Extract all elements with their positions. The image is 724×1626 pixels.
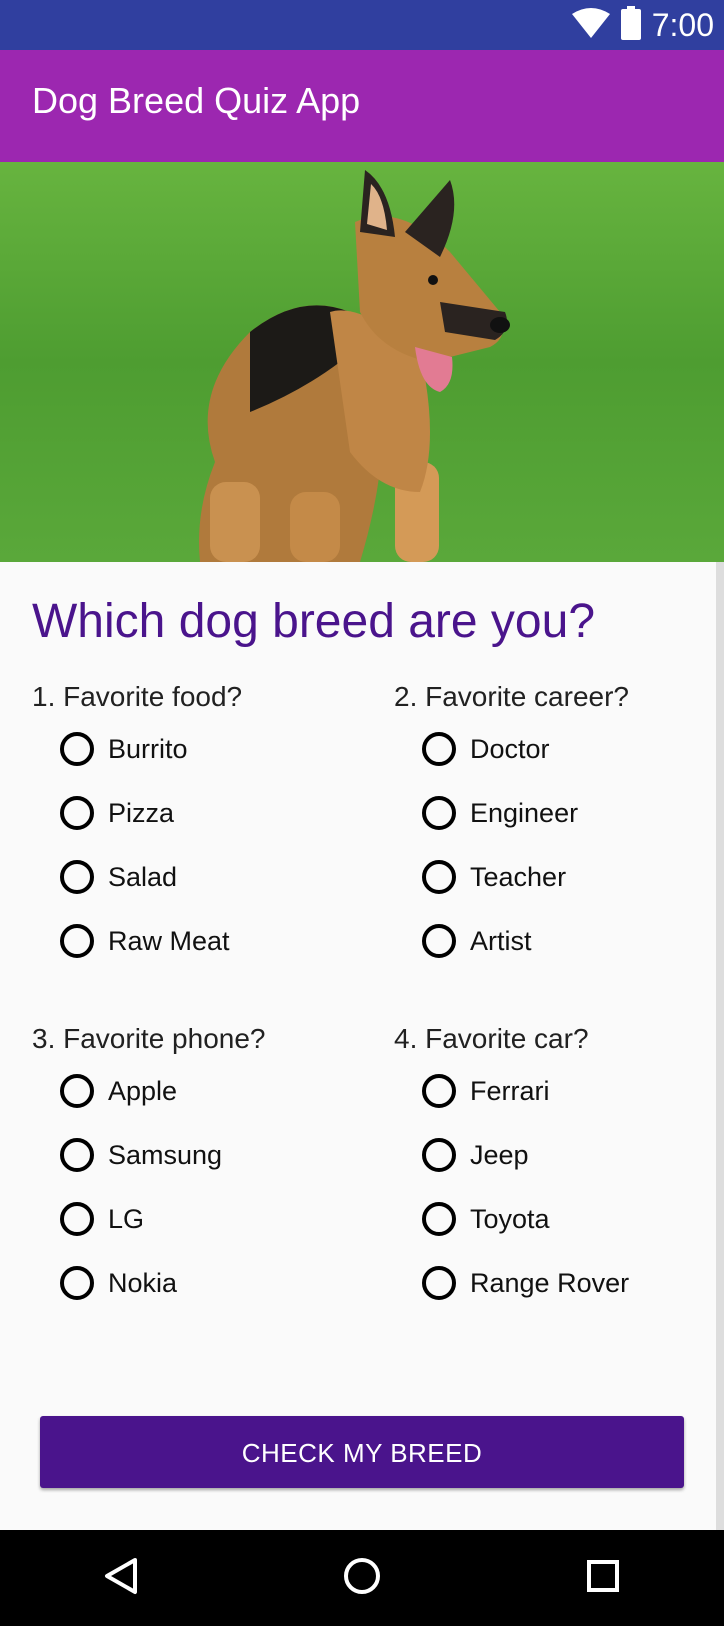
option-burrito[interactable]: Burrito xyxy=(32,717,372,781)
option-label: Apple xyxy=(108,1075,178,1106)
radio-button[interactable] xyxy=(422,924,456,958)
radio-button[interactable] xyxy=(422,1202,456,1236)
radio-button[interactable] xyxy=(60,796,94,830)
check-my-breed-button[interactable]: CHECK MY BREED xyxy=(40,1416,684,1488)
wifi-icon xyxy=(571,7,610,43)
radio-button[interactable] xyxy=(422,1074,456,1108)
option-samsung[interactable]: Samsung xyxy=(32,1123,372,1187)
status-time: 7:00 xyxy=(651,7,714,43)
radio-button[interactable] xyxy=(422,1266,456,1300)
option-nokia[interactable]: Nokia xyxy=(32,1251,372,1315)
dog-illustration xyxy=(0,162,724,562)
option-range-rover[interactable]: Range Rover xyxy=(394,1251,724,1315)
radio-button[interactable] xyxy=(60,1074,94,1108)
navigation-bar xyxy=(0,1530,724,1626)
question-title: 3. Favorite phone? xyxy=(32,1023,266,1054)
home-icon xyxy=(343,1557,381,1600)
option-label: Nokia xyxy=(108,1267,178,1298)
option-label: Jeep xyxy=(470,1139,529,1170)
question-1: 1. Favorite food? Burrito Pizza Salad Ra… xyxy=(32,677,372,973)
back-button[interactable] xyxy=(81,1538,161,1618)
option-teacher[interactable]: Teacher xyxy=(394,845,724,909)
option-label: Engineer xyxy=(470,797,579,828)
option-doctor[interactable]: Doctor xyxy=(394,717,724,781)
back-icon xyxy=(103,1557,139,1600)
option-label: Samsung xyxy=(108,1139,223,1170)
scrollbar[interactable] xyxy=(716,562,724,1530)
question-4: 4. Favorite car? Ferrari Jeep Toyota Ran… xyxy=(394,1019,724,1315)
radio-button[interactable] xyxy=(422,732,456,766)
home-button[interactable] xyxy=(322,1538,402,1618)
question-title: 2. Favorite career? xyxy=(394,681,629,712)
radio-button[interactable] xyxy=(60,1266,94,1300)
option-label: Salad xyxy=(108,861,178,892)
option-label: Burrito xyxy=(108,733,188,764)
option-lg[interactable]: LG xyxy=(32,1187,372,1251)
radio-button[interactable] xyxy=(60,1138,94,1172)
option-label: Toyota xyxy=(470,1203,550,1234)
app-bar: Dog Breed Quiz App xyxy=(0,50,724,162)
option-engineer[interactable]: Engineer xyxy=(394,781,724,845)
option-artist[interactable]: Artist xyxy=(394,909,724,973)
question-2: 2. Favorite career? Doctor Engineer Teac… xyxy=(394,677,724,973)
status-icons: 7:00 xyxy=(571,0,714,50)
option-label: Pizza xyxy=(108,797,175,828)
option-label: Raw Meat xyxy=(108,925,230,956)
option-label: Ferrari xyxy=(470,1075,550,1106)
option-salad[interactable]: Salad xyxy=(32,845,372,909)
status-bar: 7:00 xyxy=(0,0,724,50)
quiz-content: Which dog breed are you? 1. Favorite foo… xyxy=(0,562,716,1530)
option-label: Teacher xyxy=(470,861,567,892)
page-title: Which dog breed are you? xyxy=(32,595,596,648)
radio-button[interactable] xyxy=(60,1202,94,1236)
question-title: 1. Favorite food? xyxy=(32,681,243,712)
recents-icon xyxy=(586,1559,620,1598)
option-apple[interactable]: Apple xyxy=(32,1059,372,1123)
option-raw-meat[interactable]: Raw Meat xyxy=(32,909,372,973)
option-label: Range Rover xyxy=(470,1267,630,1298)
radio-button[interactable] xyxy=(60,732,94,766)
option-toyota[interactable]: Toyota xyxy=(394,1187,724,1251)
option-label: Artist xyxy=(470,925,532,956)
radio-button[interactable] xyxy=(422,796,456,830)
option-jeep[interactable]: Jeep xyxy=(394,1123,724,1187)
app-title: Dog Breed Quiz App xyxy=(32,80,361,121)
radio-button[interactable] xyxy=(60,860,94,894)
recents-button[interactable] xyxy=(563,1538,643,1618)
option-ferrari[interactable]: Ferrari xyxy=(394,1059,724,1123)
question-title: 4. Favorite car? xyxy=(394,1023,589,1054)
radio-button[interactable] xyxy=(422,860,456,894)
option-label: Doctor xyxy=(470,733,550,764)
radio-button[interactable] xyxy=(422,1138,456,1172)
battery-icon xyxy=(620,5,642,45)
radio-button[interactable] xyxy=(60,924,94,958)
option-pizza[interactable]: Pizza xyxy=(32,781,372,845)
question-3: 3. Favorite phone? Apple Samsung LG Noki… xyxy=(32,1019,372,1315)
hero-image xyxy=(0,162,724,562)
option-label: LG xyxy=(108,1203,145,1234)
